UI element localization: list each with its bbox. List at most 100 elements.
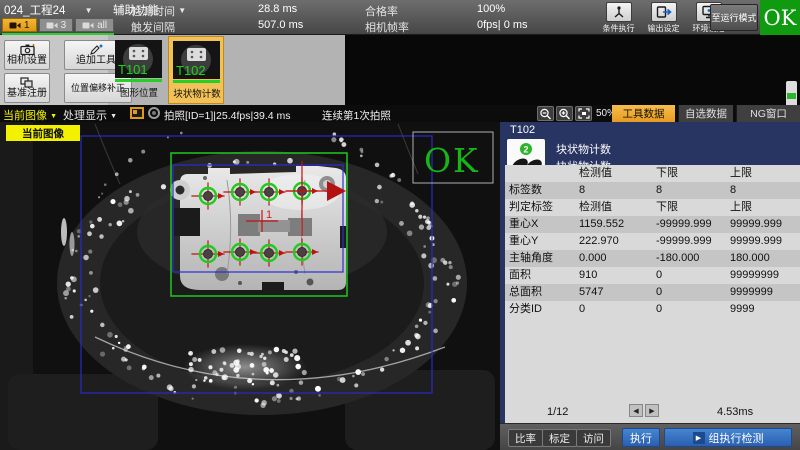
access-button[interactable]: 访问 (576, 429, 611, 447)
camera-all-button[interactable]: all (75, 18, 114, 32)
fit-screen-button[interactable] (575, 106, 592, 121)
camera-3-button[interactable]: 3 (39, 18, 74, 32)
camera-icon (9, 21, 21, 30)
camera-selector: 1 3 all (2, 18, 114, 32)
panel-tool-type: 块状物计数 (556, 141, 611, 157)
stat-value: 507.0 ms (258, 19, 303, 31)
capture-icon[interactable] (148, 107, 160, 119)
zoom-in-button[interactable] (556, 106, 573, 121)
measurement-table: 检测值 下限 上限 标签数888 判定标签检测值下限上限 重心X1159.552… (505, 165, 800, 318)
tool-thumbnail-t101[interactable]: T101 图形位置 (111, 36, 167, 104)
camera-button-label: all (97, 20, 107, 31)
tool-thumbnail-t102[interactable]: T102 块状物计数 (168, 36, 224, 104)
group-execute-button[interactable]: ▶ 组执行检测 (664, 428, 792, 447)
column-header: 检测值 (575, 165, 652, 182)
fit-screen-icon (578, 108, 590, 119)
reference-register-label: 基准注册 (7, 89, 47, 99)
camera-button-label: 3 (61, 20, 67, 31)
reference-register-icon (20, 77, 34, 88)
next-page-button[interactable]: ▶ (645, 404, 659, 417)
process-time: 4.53ms (717, 406, 753, 418)
display-mode-label: 处理显示 (63, 110, 107, 122)
table-header-row: 检测值 下限 上限 (505, 165, 800, 182)
tab-label: NG窗口 (750, 106, 787, 121)
header-tool-label: 条件执行 (603, 23, 635, 34)
region-select-icon[interactable] (130, 107, 144, 119)
stat-value: 28.8 ms (258, 3, 297, 15)
camera-button-label: 1 (24, 20, 30, 31)
stat-label: 相机帧率 (365, 19, 409, 35)
tool-ok-bar (173, 80, 220, 83)
chevron-down-icon: ▼ (85, 6, 93, 15)
zoom-in-icon (558, 108, 571, 120)
sub-toolbar: 相机设置 基准注册 追加工具 位置偏移补正 T101 图形位置 (0, 35, 800, 105)
tab-ng-window[interactable]: NG窗口 (736, 105, 800, 122)
execute-label: 执行 (630, 430, 652, 446)
tool-thumbnail-image: T102 (173, 41, 220, 79)
camera-1-button[interactable]: 1 (2, 18, 37, 32)
tab-label: 工具数据 (623, 106, 665, 121)
global-status-badge: OK (760, 0, 800, 35)
tool-ok-bar (115, 79, 162, 82)
tool-thumbnail-label: 块状物计数 (169, 86, 225, 100)
panel-lower-area: 1/12 ◀ ▶ 4.53ms (505, 318, 800, 423)
capture-status: 连续第1次拍照 (322, 108, 391, 123)
image-tag: 当前图像 (6, 125, 80, 141)
camera-image: 1 OK (0, 122, 500, 450)
add-tool-label: 追加工具 (76, 56, 116, 66)
output-settings-icon (656, 5, 672, 19)
condition-execute-button[interactable]: 条件执行 (596, 2, 641, 34)
column-header: 上限 (726, 165, 800, 182)
condition-execute-icon (611, 5, 627, 19)
calibrate-button[interactable]: 标定 (542, 429, 577, 447)
column-header: 下限 (652, 165, 726, 182)
blob-count-badge: 2 (523, 145, 528, 155)
camera-viewport[interactable]: 1 OK 当前图像 (0, 122, 500, 450)
page-indicator: 1/12 (547, 406, 568, 418)
capture-info: 拍照[ID=1]|25.4fps|39.4 ms (164, 108, 291, 123)
tab-custom-data[interactable]: 自选数据 (678, 105, 733, 122)
camera-settings-button[interactable]: 相机设置 (4, 40, 50, 70)
image-source-label: 当前图像 (3, 110, 47, 122)
zoom-out-button[interactable] (537, 106, 554, 121)
chevron-down-icon: ▼ (178, 6, 186, 15)
output-settings-button[interactable]: 输出设定 (641, 2, 686, 34)
project-menu[interactable]: 024_工程24 ▼ (4, 2, 93, 18)
panel-footer-bar: 比率 标定 访问 执行 ▶ 组执行检测 (500, 423, 800, 450)
prev-page-button[interactable]: ◀ (629, 404, 643, 417)
region-number: 1 (266, 209, 272, 221)
viewer-toolbar: 当前图像 ▼ 处理显示 ▼ 拍照[ID=1]|25.4fps|39.4 ms 连… (0, 105, 800, 122)
chevron-down-icon: ▼ (50, 113, 57, 120)
group-execute-label: 组执行检测 (709, 430, 764, 446)
camera-settings-icon (20, 44, 35, 55)
stat-value: 0fps| 0 ms (477, 19, 528, 31)
table-row: 面积910099999999 (505, 267, 800, 284)
tool-data-panel: T102 2 块状物计数 块状物计数 检测值 下限 上限 标签数888 判定标签… (500, 122, 800, 450)
stat-label: 检测时间 (131, 3, 175, 19)
header-tool-label: 输出设定 (648, 23, 680, 34)
table-row: 分类ID009999 (505, 301, 800, 318)
tab-label: 自选数据 (685, 106, 727, 121)
project-title: 024_工程24 (4, 5, 65, 17)
table-row: 判定标签检测值下限上限 (505, 199, 800, 216)
stat-value: 100% (477, 3, 505, 15)
play-icon: ▶ (693, 432, 705, 444)
run-mode-button[interactable]: 至运行模式 (710, 4, 758, 31)
display-mode-dropdown[interactable]: 处理显示 ▼ (63, 107, 117, 123)
camera-icon (46, 21, 58, 30)
inspection-result-text: OK (424, 141, 480, 180)
image-source-dropdown[interactable]: 当前图像 ▼ (3, 107, 57, 123)
execute-button[interactable]: 执行 (622, 428, 660, 447)
tab-tool-data[interactable]: 工具数据 (612, 105, 675, 122)
camera-settings-label: 相机设置 (7, 56, 47, 66)
stat-label: 触发间隔 (131, 19, 175, 35)
tool-button-area: 相机设置 基准注册 追加工具 位置偏移补正 T101 图形位置 (0, 35, 345, 105)
table-row: 标签数888 (505, 182, 800, 199)
camera-icon (82, 21, 94, 30)
zoom-out-icon (539, 108, 552, 120)
top-header-bar: 024_工程24 ▼ 辅助功能 ▼ 1 3 all 检测时间 触发间隔 28.8… (0, 0, 800, 35)
reference-register-button[interactable]: 基准注册 (4, 73, 50, 103)
table-row: 重心Y222.970-99999.99999999.999 (505, 233, 800, 250)
ratio-button[interactable]: 比率 (508, 429, 543, 447)
chevron-down-icon: ▼ (110, 113, 117, 120)
